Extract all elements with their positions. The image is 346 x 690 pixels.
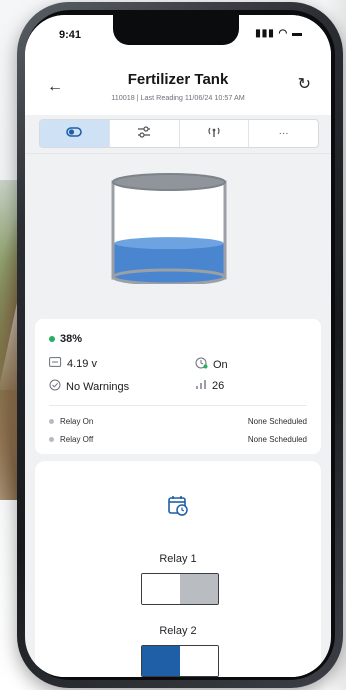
power-clock-icon: [195, 357, 208, 372]
tank-lid: [112, 173, 226, 191]
app-header: ← Fertilizer Tank 110018 | Last Reading …: [25, 49, 331, 115]
schedule-label: Relay On: [60, 417, 94, 426]
signal-icon: ▮▮▮: [255, 28, 275, 39]
schedule-value: None Scheduled: [247, 435, 307, 444]
status-time: 9:41: [59, 29, 82, 41]
toggle-right: [180, 574, 218, 604]
tank-illustration: [111, 173, 227, 284]
signal-row: 26: [195, 379, 224, 392]
warnings-row: No Warnings: [49, 379, 129, 394]
card-divider: [49, 405, 307, 406]
page-subtitle: 110018 | Last Reading 11/06/24 10:57 AM: [111, 93, 245, 102]
phone-notch: [113, 15, 239, 45]
power-state: On: [213, 358, 228, 371]
tank-level: 38%: [60, 333, 83, 345]
toggle-left: [142, 574, 180, 604]
tab-connectivity[interactable]: [180, 120, 250, 147]
relay-1-label: Relay 1: [159, 553, 197, 565]
schedule-label: Relay Off: [60, 435, 94, 444]
relay-2-toggle[interactable]: [141, 645, 219, 677]
level-row: 38%: [49, 333, 82, 345]
antenna-icon: [207, 126, 221, 141]
more-icon: ···: [278, 128, 289, 139]
toggle-icon: [66, 127, 83, 140]
schedule-row-relay-on: Relay On None Scheduled: [49, 417, 307, 429]
tank-bottom: [111, 268, 227, 284]
battery-icon: ▬: [292, 28, 303, 39]
check-circle-icon: [49, 379, 61, 394]
signal-strength-icon: [195, 379, 207, 392]
voltage-row: 4.19 v: [49, 357, 97, 370]
tab-settings[interactable]: [110, 120, 180, 147]
relay-1-toggle[interactable]: [141, 573, 219, 605]
status-card: 38% 4.19 v On No Warnings 26 Relay On No…: [35, 319, 321, 454]
relay-2-label: Relay 2: [159, 625, 197, 637]
warnings-text: No Warnings: [66, 380, 130, 393]
tank-liquid-surface: [114, 237, 224, 250]
tank-visual-area: [25, 154, 331, 320]
calendar-schedule-icon[interactable]: [167, 495, 189, 517]
refresh-icon[interactable]: ↻: [298, 77, 311, 93]
power-row: On: [195, 357, 228, 372]
wifi-icon: ◠: [278, 28, 289, 39]
battery-voltage-icon: [49, 357, 62, 370]
page-title: Fertilizer Tank: [127, 71, 229, 88]
sliders-icon: [137, 126, 151, 141]
app-screen: 9:41 ▮▮▮ ◠ ▬ ← Fertilizer Tank 110018 | …: [25, 15, 331, 677]
schedule-row-relay-off: Relay Off None Scheduled: [49, 435, 307, 447]
schedule-dot-icon: [49, 419, 54, 424]
schedule-value: None Scheduled: [247, 417, 307, 426]
toggle-right: [180, 646, 218, 676]
toggle-left: [142, 646, 180, 676]
voltage-value: 4.19 v: [67, 357, 97, 370]
status-dot-icon: [49, 336, 55, 342]
tab-more[interactable]: ···: [249, 120, 318, 147]
tab-controls[interactable]: [40, 120, 110, 147]
signal-value: 26: [212, 379, 225, 392]
relay-card: Relay 1 Relay 2: [35, 461, 321, 677]
schedule-dot-icon: [49, 437, 54, 442]
tab-bar: ···: [39, 119, 319, 148]
status-icons: ▮▮▮ ◠ ▬: [255, 28, 303, 39]
